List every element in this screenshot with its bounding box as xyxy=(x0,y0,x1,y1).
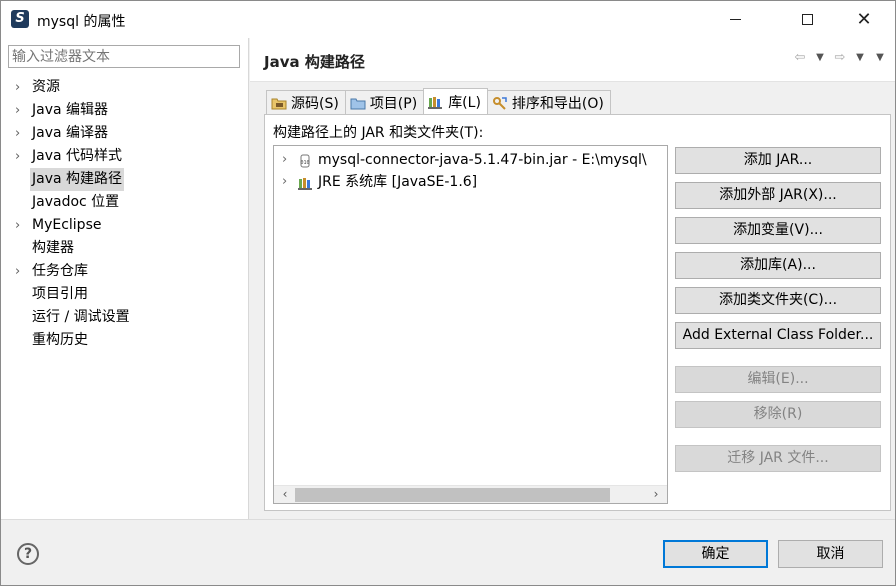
chevron-right-icon[interactable]: › xyxy=(15,122,20,145)
tree-row-label: mysql-connector-java-5.1.47-bin.jar - E:… xyxy=(318,152,647,168)
build-path-tree[interactable]: › 010 mysql-connector-java-5.1.47-bin.ja… xyxy=(273,145,668,504)
order-export-icon xyxy=(492,96,508,110)
view-menu-icon[interactable]: ▼ xyxy=(873,50,887,66)
minimize-button[interactable] xyxy=(712,1,758,38)
nav-item-run-debug-settings[interactable]: 运行 / 调试设置 xyxy=(1,306,249,329)
add-external-class-folder-button[interactable]: Add External Class Folder... xyxy=(675,322,881,349)
nav-item-label: Java 构建路径 xyxy=(30,168,125,191)
edit-button[interactable]: 编辑(E)... xyxy=(675,366,881,393)
close-icon: ✕ xyxy=(856,8,872,30)
chevron-right-icon[interactable]: › xyxy=(15,260,20,283)
scroll-left-icon[interactable]: ‹ xyxy=(276,486,294,503)
library-icon xyxy=(298,175,312,190)
property-page: Java 构建路径 ⇦ ▼ ⇨ ▼ ▼ 源码(S) 项目(P) 库(L) 排序和… xyxy=(250,38,895,519)
nav-item-label: Java 编辑器 xyxy=(32,102,109,118)
nav-item-label: 运行 / 调试设置 xyxy=(32,309,130,325)
nav-item-label: Java 编译器 xyxy=(32,125,109,141)
nav-item-builders[interactable]: 构建器 xyxy=(1,237,249,260)
add-external-jar-button[interactable]: 添加外部 JAR(X)... xyxy=(675,182,881,209)
libraries-panel: 构建路径上的 JAR 和类文件夹(T): › 010 mysql-connect… xyxy=(264,114,891,511)
filter-input[interactable] xyxy=(8,45,240,68)
add-class-folder-button[interactable]: 添加类文件夹(C)... xyxy=(675,287,881,314)
close-button[interactable]: ✕ xyxy=(841,1,887,38)
nav-item-label: 任务仓库 xyxy=(32,263,88,279)
nav-item-javadoc-location[interactable]: Javadoc 位置 xyxy=(1,191,249,214)
jar-icon: 010 xyxy=(298,153,312,168)
horizontal-scrollbar[interactable]: ‹ › xyxy=(274,485,667,503)
page-header: Java 构建路径 ⇦ ▼ ⇨ ▼ ▼ xyxy=(250,38,895,82)
nav-item-label: 构建器 xyxy=(32,240,74,256)
nav-item-project-references[interactable]: 项目引用 xyxy=(1,283,249,306)
back-dropdown-icon[interactable]: ▼ xyxy=(813,50,827,66)
cancel-button[interactable]: 取消 xyxy=(778,540,883,568)
scroll-right-icon[interactable]: › xyxy=(647,486,665,503)
tab-label: 项目(P) xyxy=(369,95,418,112)
window-title: mysql 的属性 xyxy=(37,14,126,30)
dialog-footer: ? 确定 取消 xyxy=(1,519,895,585)
forward-dropdown-icon[interactable]: ▼ xyxy=(853,50,867,66)
migrate-jar-button[interactable]: 迁移 JAR 文件... xyxy=(675,445,881,472)
project-icon xyxy=(350,96,366,110)
add-library-button[interactable]: 添加库(A)... xyxy=(675,252,881,279)
nav-item-refactoring-history[interactable]: 重构历史 xyxy=(1,329,249,352)
chevron-right-icon[interactable]: › xyxy=(282,149,287,171)
tab-label: 源码(S) xyxy=(291,95,339,112)
tab-source[interactable]: 源码(S) xyxy=(266,90,346,114)
add-variable-button[interactable]: 添加变量(V)... xyxy=(675,217,881,244)
page-title: Java 构建路径 xyxy=(264,53,365,71)
category-sidebar: › 资源 › Java 编辑器 › Java 编译器 › Java 代码样式 Java … xyxy=(1,38,249,519)
remove-button[interactable]: 移除(R) xyxy=(675,401,881,428)
tab-label: 排序和导出(O) xyxy=(511,95,604,112)
scrollbar-thumb[interactable] xyxy=(295,488,610,502)
chevron-right-icon[interactable]: › xyxy=(282,171,287,193)
tab-order-export[interactable]: 排序和导出(O) xyxy=(486,90,611,114)
minimize-icon xyxy=(729,19,741,20)
tab-label: 库(L) xyxy=(448,94,481,111)
ok-button[interactable]: 确定 xyxy=(663,540,768,568)
svg-text:010: 010 xyxy=(300,160,309,166)
forward-arrow-icon[interactable]: ⇨ xyxy=(833,50,847,66)
nav-item-label: 资源 xyxy=(32,79,60,95)
tab-projects[interactable]: 项目(P) xyxy=(344,90,425,114)
myeclipse-app-icon: S xyxy=(11,10,29,28)
nav-item-task-repository[interactable]: › 任务仓库 xyxy=(1,260,249,283)
maximize-icon xyxy=(801,14,813,25)
chevron-right-icon[interactable]: › xyxy=(15,76,20,99)
tab-libraries[interactable]: 库(L) xyxy=(423,88,488,114)
back-arrow-icon[interactable]: ⇦ xyxy=(793,50,807,66)
properties-dialog: S mysql 的属性 ✕ ›资源 ›Java 编辑器 ›Java 编译器 ›J… xyxy=(0,0,896,586)
chevron-right-icon[interactable]: › xyxy=(15,145,20,168)
source-folder-icon xyxy=(271,96,287,110)
nav-item-label: Javadoc 位置 xyxy=(32,194,120,210)
nav-item-java-build-path[interactable]: Java 构建路径 xyxy=(1,168,249,191)
help-icon[interactable]: ? xyxy=(17,543,39,565)
history-nav: ⇦ ▼ ⇨ ▼ ▼ xyxy=(793,50,887,66)
tab-bar: 源码(S) 项目(P) 库(L) 排序和导出(O) xyxy=(266,88,611,114)
chevron-right-icon[interactable]: › xyxy=(15,214,20,237)
maximize-button[interactable] xyxy=(784,1,830,38)
nav-item-java-editor[interactable]: › Java 编辑器 xyxy=(1,99,249,122)
title-bar[interactable]: S mysql 的属性 ✕ xyxy=(1,1,895,38)
nav-item-label: 项目引用 xyxy=(32,286,88,302)
nav-item-label: MyEclipse xyxy=(32,217,102,233)
add-jar-button[interactable]: 添加 JAR... xyxy=(675,147,881,174)
nav-item-resource[interactable]: › 资源 xyxy=(1,76,249,99)
chevron-right-icon[interactable]: › xyxy=(15,99,20,122)
library-icon xyxy=(428,95,444,109)
nav-item-java-code-style[interactable]: › Java 代码样式 xyxy=(1,145,249,168)
nav-item-label: Java 代码样式 xyxy=(32,148,123,164)
nav-item-label: 重构历史 xyxy=(32,332,88,348)
tree-row-label: JRE 系统库 [JavaSE-1.6] xyxy=(318,174,478,190)
nav-item-myeclipse[interactable]: › MyEclipse xyxy=(1,214,249,237)
tree-caption: 构建路径上的 JAR 和类文件夹(T): xyxy=(273,125,484,141)
nav-item-java-compiler[interactable]: › Java 编译器 xyxy=(1,122,249,145)
category-tree: › 资源 › Java 编辑器 › Java 编译器 › Java 代码样式 Java … xyxy=(1,76,249,352)
